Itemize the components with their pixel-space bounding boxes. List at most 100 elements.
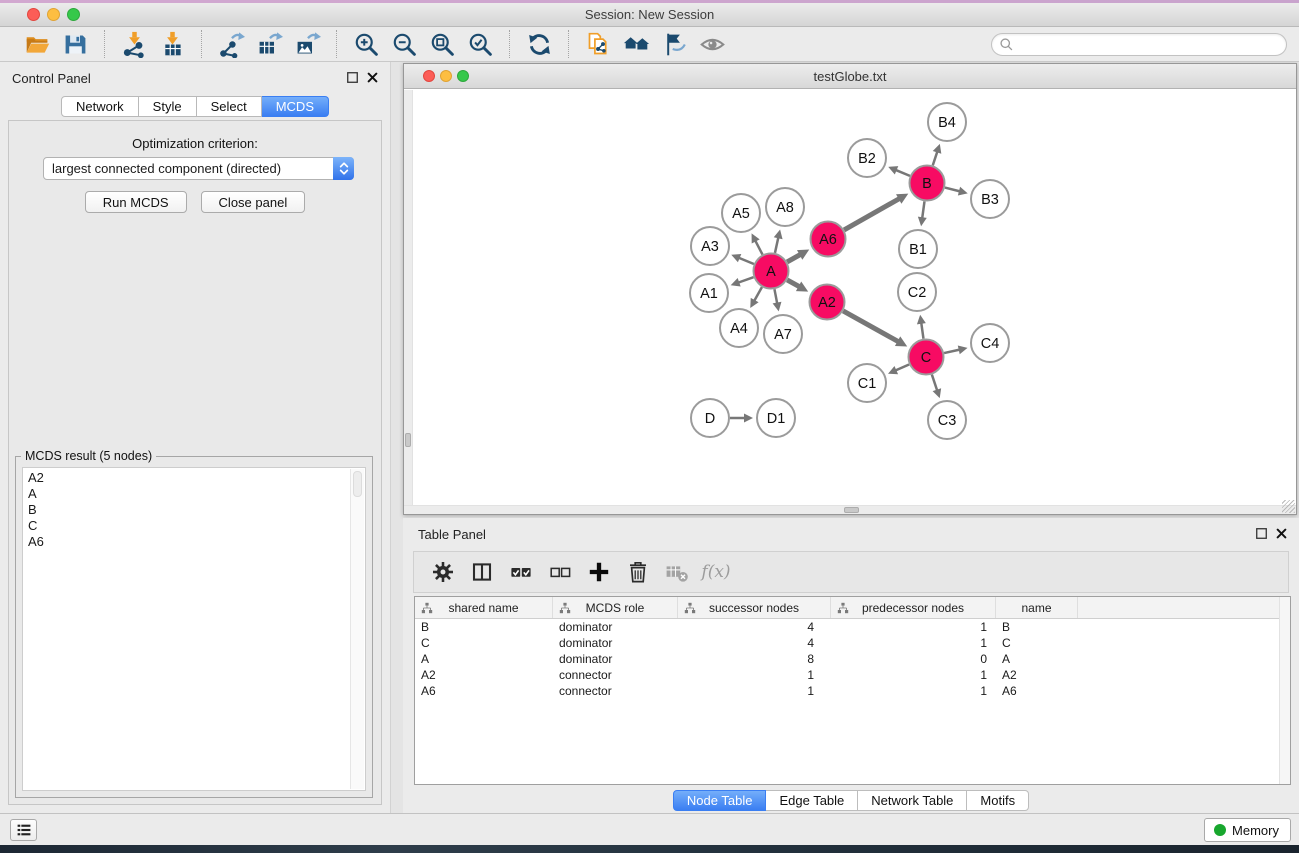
table-cell[interactable]: A [996, 651, 1078, 667]
result-list-scrollbar[interactable] [350, 469, 364, 789]
graph-edge-B-B2[interactable] [896, 170, 910, 176]
column-header-successor-nodes[interactable]: successor nodes [678, 597, 831, 618]
create-column-button[interactable] [584, 557, 614, 587]
table-cell[interactable]: 1 [678, 667, 831, 683]
table-cell[interactable]: A2 [415, 667, 553, 683]
graph-edge-C-C2[interactable] [921, 323, 923, 339]
graph-edge-A-A2[interactable] [787, 280, 799, 287]
table-cell[interactable]: C [996, 635, 1078, 651]
graph-edge-C-C3[interactable] [932, 375, 937, 391]
table-cell[interactable]: A6 [415, 683, 553, 699]
graph-edge-A-A5[interactable] [755, 241, 762, 255]
close-panel-button[interactable]: Close panel [201, 191, 306, 213]
table-cell[interactable]: connector [553, 683, 678, 699]
horizontal-scroll-thumb[interactable] [844, 507, 859, 513]
mcds-result-item[interactable]: A2 [28, 470, 365, 486]
refresh-button[interactable] [523, 29, 555, 59]
graph-edge-A-A3[interactable] [739, 258, 754, 264]
graph-edge-A-A1[interactable] [738, 277, 753, 282]
graph-edge-A-A7[interactable] [774, 289, 777, 303]
home-button[interactable] [620, 29, 652, 59]
table-cell[interactable]: dominator [553, 635, 678, 651]
network-horizontal-scrollbar[interactable] [404, 505, 1296, 514]
table-cell[interactable]: 1 [831, 619, 996, 635]
graph-edge-A-A6[interactable] [787, 254, 800, 262]
vertical-scroll-thumb[interactable] [405, 433, 411, 447]
table-cell[interactable]: 1 [831, 667, 996, 683]
table-row[interactable]: Bdominator41B [415, 619, 1290, 635]
network-maximize-button[interactable] [457, 70, 469, 82]
zoom-fit-button[interactable] [426, 29, 458, 59]
column-header-name[interactable]: name [996, 597, 1078, 618]
network-canvas[interactable]: B4B2BB3A5A8A6A3B1AA1C2A2A4A7C4CC1C3DD1 [413, 90, 1296, 505]
network-window-titlebar[interactable]: testGlobe.txt [404, 64, 1296, 89]
tab-network[interactable]: Network [61, 96, 139, 117]
close-panel-icon[interactable] [366, 71, 379, 84]
tab-edge-table[interactable]: Edge Table [766, 790, 858, 811]
hide-unhide-button[interactable] [658, 29, 690, 59]
table-scrollbar[interactable] [1279, 597, 1290, 784]
import-table-button[interactable] [156, 29, 188, 59]
tab-motifs[interactable]: Motifs [967, 790, 1029, 811]
graph-edge-A-A4[interactable] [754, 287, 762, 301]
mcds-result-item[interactable]: A6 [28, 534, 365, 550]
table-cell[interactable]: C [415, 635, 553, 651]
zoom-out-button[interactable] [388, 29, 420, 59]
show-columns-button[interactable] [467, 557, 497, 587]
resize-grip-icon[interactable] [1282, 500, 1295, 513]
clone-network-button[interactable] [582, 29, 614, 59]
network-close-button[interactable] [423, 70, 435, 82]
table-cell[interactable]: 8 [678, 651, 831, 667]
table-row[interactable]: A2connector11A2 [415, 667, 1290, 683]
table-cell[interactable]: B [415, 619, 553, 635]
tab-node-table[interactable]: Node Table [673, 790, 767, 811]
show-graphics-details-button[interactable] [696, 29, 728, 59]
tab-mcds[interactable]: MCDS [262, 96, 329, 117]
table-cell[interactable]: 4 [678, 635, 831, 651]
column-header-shared-name[interactable]: shared name [415, 597, 553, 618]
export-image-button[interactable] [291, 29, 323, 59]
table-cell[interactable]: 4 [678, 619, 831, 635]
tab-style[interactable]: Style [139, 96, 197, 117]
float-table-panel-icon[interactable] [1255, 527, 1268, 540]
network-vertical-scrollbar[interactable] [404, 90, 413, 505]
open-file-button[interactable] [21, 29, 53, 59]
table-cell[interactable]: 1 [831, 683, 996, 699]
select-all-button[interactable] [506, 557, 536, 587]
optimization-criterion-select[interactable]: largest connected component (directed) [43, 157, 354, 180]
export-table-button[interactable] [253, 29, 285, 59]
column-header-MCDS-role[interactable]: MCDS role [553, 597, 678, 618]
deselect-all-button[interactable] [545, 557, 575, 587]
save-session-button[interactable] [59, 29, 91, 59]
table-cell[interactable]: A6 [996, 683, 1078, 699]
graph-edge-A2-C[interactable] [843, 311, 898, 342]
delete-columns-button[interactable] [623, 557, 653, 587]
search-box[interactable] [991, 33, 1287, 56]
table-cell[interactable]: connector [553, 667, 678, 683]
table-settings-button[interactable] [428, 557, 458, 587]
table-cell[interactable]: A [415, 651, 553, 667]
close-window-button[interactable] [27, 8, 40, 21]
task-history-button[interactable] [10, 819, 37, 841]
tab-select[interactable]: Select [197, 96, 262, 117]
minimize-window-button[interactable] [47, 8, 60, 21]
graph-edge-B-B4[interactable] [933, 151, 938, 165]
graph-edge-B-B1[interactable] [922, 201, 924, 218]
zoom-selected-button[interactable] [464, 29, 496, 59]
table-cell[interactable]: A2 [996, 667, 1078, 683]
import-network-button[interactable] [118, 29, 150, 59]
table-cell[interactable]: B [996, 619, 1078, 635]
zoom-in-button[interactable] [350, 29, 382, 59]
maximize-window-button[interactable] [67, 8, 80, 21]
tab-network-table[interactable]: Network Table [858, 790, 967, 811]
search-input[interactable] [1014, 37, 1286, 52]
run-mcds-button[interactable]: Run MCDS [85, 191, 187, 213]
graph-edge-C-C1[interactable] [895, 364, 909, 370]
graph-edge-A6-B[interactable] [844, 199, 899, 230]
table-cell[interactable]: dominator [553, 651, 678, 667]
app-titlebar[interactable]: Session: New Session [0, 3, 1299, 27]
float-panel-icon[interactable] [346, 71, 359, 84]
mcds-result-item[interactable]: C [28, 518, 365, 534]
memory-button[interactable]: Memory [1204, 818, 1291, 842]
close-table-panel-icon[interactable] [1275, 527, 1288, 540]
